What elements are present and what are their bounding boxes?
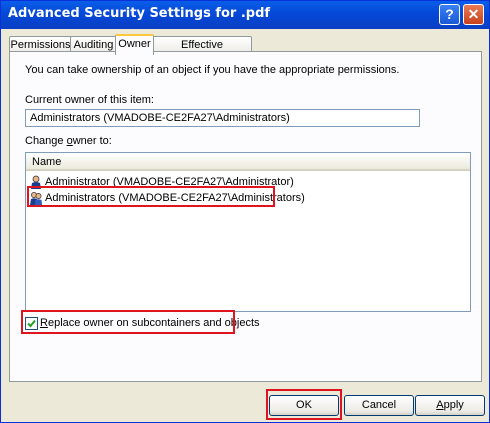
tab-owner[interactable]: Owner	[115, 34, 154, 55]
apply-button[interactable]: Apply	[415, 395, 485, 416]
help-icon: ?	[445, 6, 454, 22]
owner-tab-panel: You can take ownership of an object if y…	[9, 51, 482, 382]
intro-text: You can take ownership of an object if y…	[25, 64, 400, 76]
help-button[interactable]: ?	[439, 4, 460, 25]
close-icon: ✕	[467, 6, 480, 22]
owner-list[interactable]: Name Administrator (VMADOBE-CE2FA27\Admi…	[25, 152, 471, 312]
list-header[interactable]: Name	[26, 153, 470, 171]
window-title: Advanced Security Settings for .pdf	[8, 6, 271, 21]
apply-label-rest: pply	[443, 399, 464, 411]
advanced-security-settings-dialog: Advanced Security Settings for .pdf ? ✕ …	[0, 0, 490, 423]
ok-button[interactable]: OK	[269, 395, 339, 416]
change-owner-label-prefix: Change	[25, 135, 67, 147]
title-bar[interactable]: Advanced Security Settings for .pdf ? ✕	[1, 1, 489, 29]
current-owner-label: Current owner of this item:	[25, 94, 154, 106]
name-column-header[interactable]: Name	[32, 156, 61, 168]
close-button[interactable]: ✕	[463, 4, 484, 25]
change-owner-label: Change owner to:	[25, 135, 112, 147]
current-owner-field[interactable]: Administrators (VMADOBE-CE2FA27\Administ…	[25, 109, 420, 127]
checkbox-highlight-box	[21, 310, 235, 334]
change-owner-label-suffix: wner to:	[72, 135, 112, 147]
apply-mnemonic: A	[436, 399, 444, 411]
selection-highlight-box	[27, 186, 275, 207]
cancel-button[interactable]: Cancel	[344, 395, 414, 416]
